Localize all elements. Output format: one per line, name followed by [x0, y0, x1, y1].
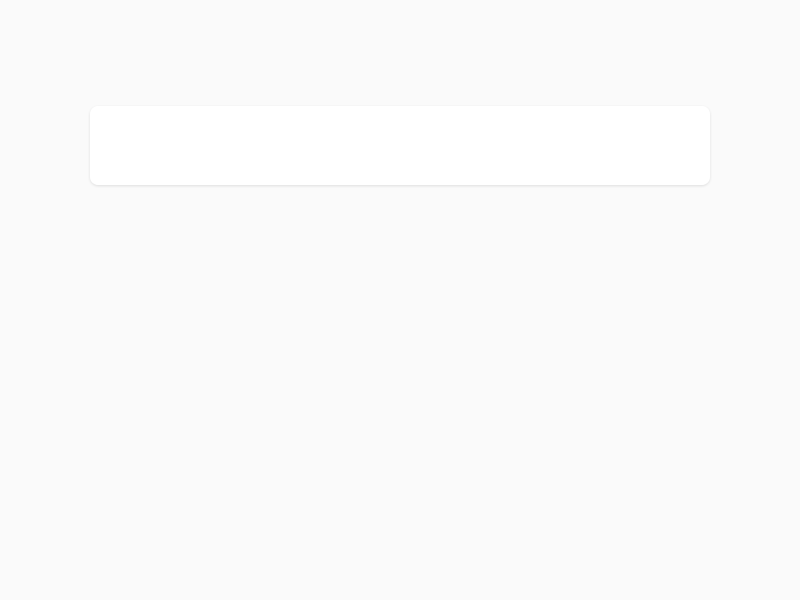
empty-card	[90, 106, 710, 185]
page-container	[0, 0, 800, 185]
